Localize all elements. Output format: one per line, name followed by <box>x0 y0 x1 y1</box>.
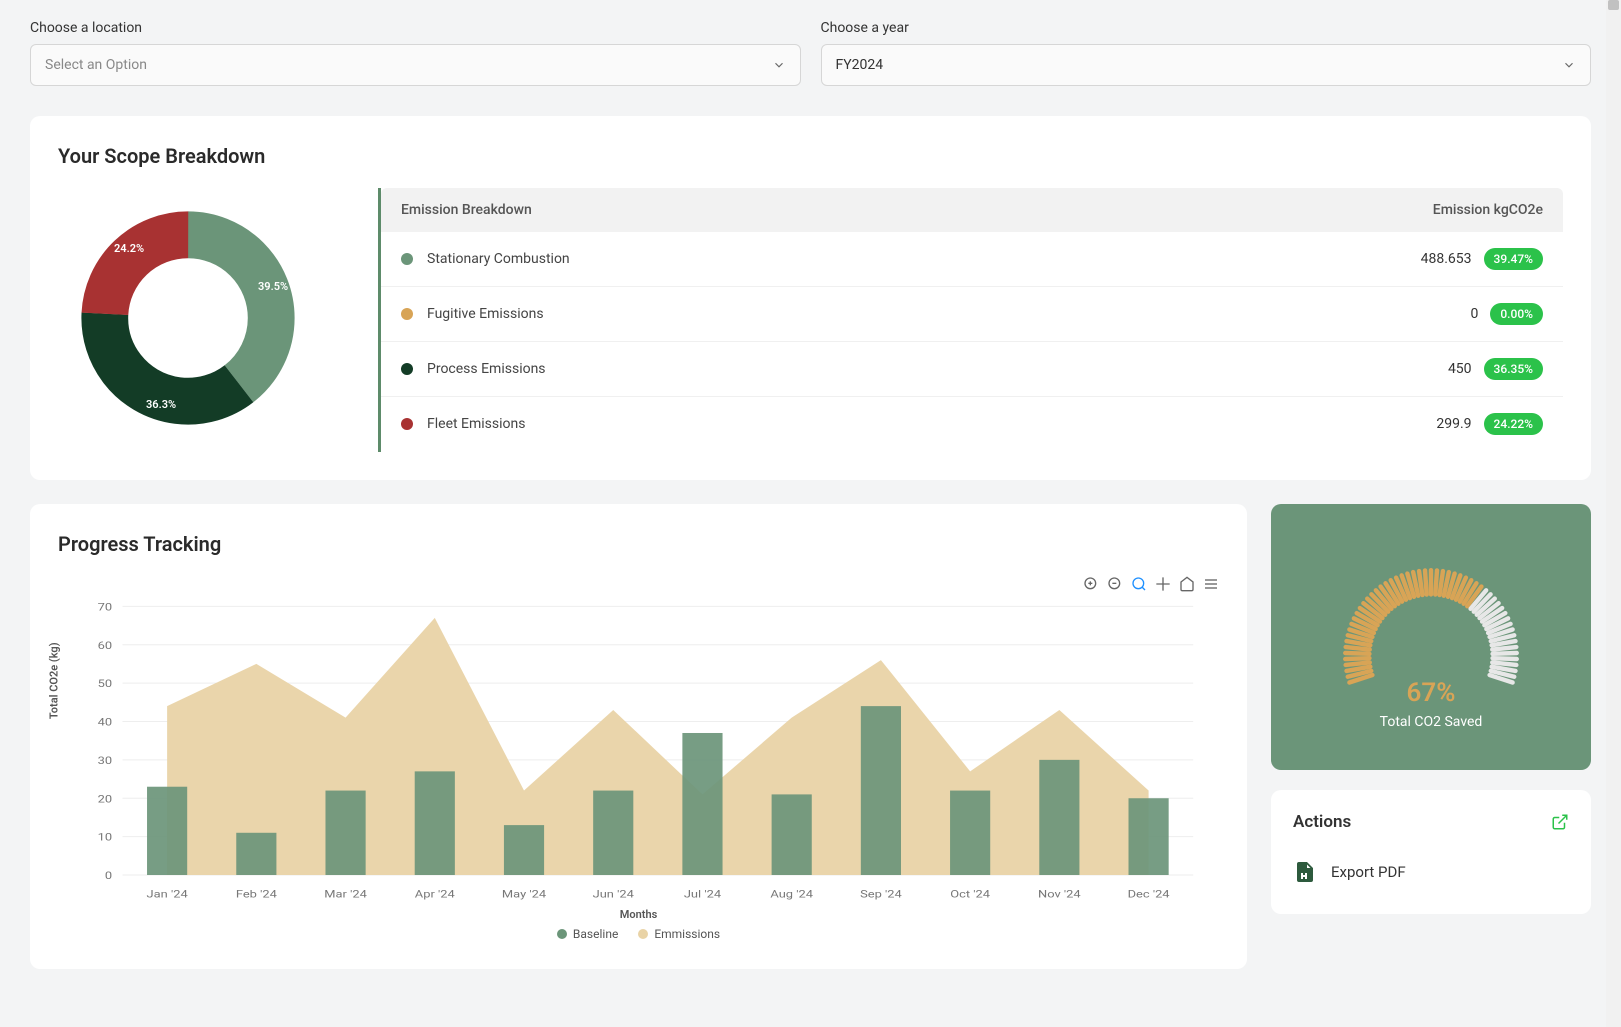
svg-text:Nov '24: Nov '24 <box>1038 888 1081 900</box>
svg-text:30: 30 <box>98 754 112 766</box>
svg-text:40: 40 <box>98 716 112 728</box>
gauge-label: Total CO2 Saved <box>1291 714 1571 730</box>
svg-text:10: 10 <box>98 831 112 843</box>
export-pdf-label: Export PDF <box>1331 863 1406 881</box>
svg-text:Jul '24: Jul '24 <box>684 888 722 900</box>
table-head-left: Emission Breakdown <box>401 202 532 218</box>
svg-text:Jan '24: Jan '24 <box>147 888 189 900</box>
gauge-chart <box>1321 532 1541 692</box>
zoom-selection-icon[interactable] <box>1131 576 1147 592</box>
y-axis-label: Total CO2e (kg) <box>48 642 61 719</box>
external-link-icon[interactable] <box>1551 813 1569 831</box>
table-row: Fleet Emissions299.9 24.22% <box>381 397 1563 451</box>
svg-text:Sep '24: Sep '24 <box>860 888 902 900</box>
table-row: Stationary Combustion488.653 39.47% <box>381 232 1563 287</box>
svg-text:Dec '24: Dec '24 <box>1128 888 1170 900</box>
zoom-out-icon[interactable] <box>1107 576 1123 592</box>
svg-text:50: 50 <box>98 678 112 690</box>
emission-value: 450 <box>1448 361 1472 377</box>
year-select-value: FY2024 <box>836 57 884 73</box>
location-filter-label: Choose a location <box>30 20 801 36</box>
svg-text:Jun '24: Jun '24 <box>593 888 635 900</box>
zoom-in-icon[interactable] <box>1083 576 1099 592</box>
chart-toolbar <box>58 576 1219 592</box>
emission-pct-badge: 0.00% <box>1490 303 1543 325</box>
table-row: Fugitive Emissions0 0.00% <box>381 287 1563 342</box>
location-select[interactable]: Select an Option <box>30 44 801 86</box>
table-row: Process Emissions450 36.35% <box>381 342 1563 397</box>
chevron-down-icon <box>772 58 786 72</box>
scope-breakdown-card: Your Scope Breakdown 39.5% 36.3% 24.2% E… <box>30 116 1591 480</box>
location-select-value: Select an Option <box>45 57 147 73</box>
svg-text:Oct '24: Oct '24 <box>950 888 990 900</box>
progress-chart-svg: 0 10 20 30 40 50 60 70 Jan '24 Feb '24 Mar '24 Apr … <box>58 596 1219 906</box>
legend-emissions: Emmissions <box>638 927 720 941</box>
progress-tracking-title: Progress Tracking <box>58 532 1219 556</box>
emission-pct-badge: 36.35% <box>1484 358 1543 380</box>
emission-name: Stationary Combustion <box>427 251 1421 267</box>
scrollbar[interactable] <box>1606 0 1621 1027</box>
color-dot-icon <box>401 418 413 430</box>
svg-text:20: 20 <box>98 793 112 805</box>
emission-value: 488.653 <box>1421 251 1472 267</box>
svg-text:Mar '24: Mar '24 <box>324 888 367 900</box>
emission-value: 0 <box>1470 306 1478 322</box>
actions-card: Actions Export PDF <box>1271 790 1591 914</box>
svg-text:0: 0 <box>105 869 112 881</box>
home-icon[interactable] <box>1179 576 1195 592</box>
actions-title: Actions <box>1293 812 1351 832</box>
file-pdf-icon <box>1293 860 1317 884</box>
scope-breakdown-title: Your Scope Breakdown <box>58 144 1563 168</box>
donut-label-c: 24.2% <box>114 242 144 255</box>
legend-baseline: Baseline <box>557 927 618 941</box>
donut-label-b: 36.3% <box>146 398 176 411</box>
year-select[interactable]: FY2024 <box>821 44 1592 86</box>
table-head-right: Emission kgCO2e <box>1433 202 1543 218</box>
svg-text:Aug '24: Aug '24 <box>770 888 813 900</box>
co2-saved-gauge-card: 67% Total CO2 Saved <box>1271 504 1591 770</box>
emission-name: Process Emissions <box>427 361 1448 377</box>
color-dot-icon <box>401 363 413 375</box>
svg-text:70: 70 <box>98 601 112 613</box>
progress-tracking-card: Progress Tracking Total CO2e (kg) 0 10 20 3… <box>30 504 1247 969</box>
donut-chart: 39.5% 36.3% 24.2% <box>58 188 338 452</box>
svg-text:Feb '24: Feb '24 <box>236 888 277 900</box>
svg-text:60: 60 <box>98 639 112 651</box>
emission-pct-badge: 39.47% <box>1484 248 1543 270</box>
menu-icon[interactable] <box>1203 576 1219 592</box>
svg-text:May '24: May '24 <box>502 888 547 900</box>
year-filter-label: Choose a year <box>821 20 1592 36</box>
emission-name: Fleet Emissions <box>427 416 1436 432</box>
pan-icon[interactable] <box>1155 576 1171 592</box>
color-dot-icon <box>401 308 413 320</box>
color-dot-icon <box>401 253 413 265</box>
emission-pct-badge: 24.22% <box>1484 413 1543 435</box>
emission-name: Fugitive Emissions <box>427 306 1470 322</box>
donut-label-a: 39.5% <box>258 280 288 293</box>
export-pdf-action[interactable]: Export PDF <box>1293 852 1569 892</box>
x-axis-label: Months <box>58 908 1219 921</box>
chevron-down-icon <box>1562 58 1576 72</box>
emission-breakdown-table: Emission Breakdown Emission kgCO2e Stati… <box>378 188 1563 452</box>
emission-value: 299.9 <box>1436 416 1471 432</box>
svg-text:Apr '24: Apr '24 <box>415 888 455 900</box>
